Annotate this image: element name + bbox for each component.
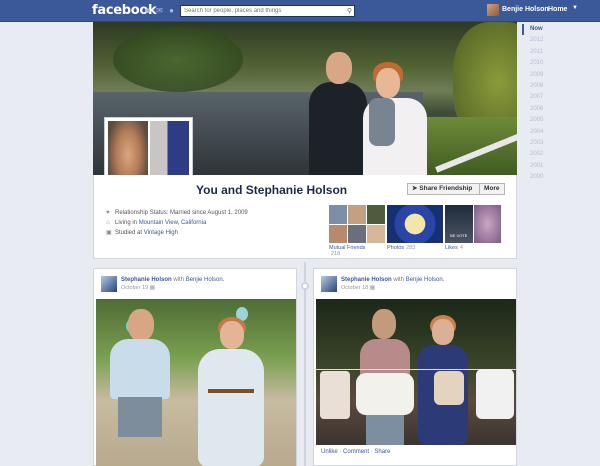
post-header: Stephanie Holson with Benjie Holson. (121, 277, 224, 283)
post-photo[interactable] (96, 299, 296, 466)
avatar[interactable] (101, 276, 117, 292)
year-link[interactable]: 2005 (522, 115, 562, 126)
separator: · (339, 449, 342, 455)
friendship-info-panel: You and Stephanie Holson ➤ Share Friends… (93, 175, 517, 259)
share-friendship-label: Share Friendship (419, 185, 473, 192)
timeline-post: Stephanie Holson with Benjie Holson. Oct… (93, 268, 297, 466)
photo-person-man (110, 309, 170, 466)
year-link[interactable]: 2009 (522, 70, 562, 81)
with-text: with (393, 277, 405, 283)
detail-location: ⌂ Living in Mountain View, California (106, 218, 248, 228)
timeline-spine (304, 262, 306, 466)
year-link[interactable]: 2006 (522, 104, 562, 115)
notifications-icon[interactable]: ● (167, 6, 176, 15)
baby-clothes (356, 373, 414, 415)
with-text: with (173, 277, 185, 283)
share-icon: ➤ (412, 185, 418, 192)
post-date[interactable]: October 18 ▩ (341, 285, 375, 291)
post-actions: Unlike · Comment · Share (321, 449, 390, 455)
separator: · (370, 449, 373, 455)
baby-clothes (320, 371, 350, 419)
home-link[interactable]: Home (548, 6, 567, 13)
year-link[interactable]: 2003 (522, 138, 562, 149)
school-icon: ▣ (106, 230, 112, 236)
post-photo[interactable] (316, 299, 516, 445)
year-link[interactable]: 2007 (522, 92, 562, 103)
detail-education: ▣ Studied at Vintage High (106, 228, 248, 238)
search-box[interactable]: ⚲ (180, 5, 355, 17)
friendship-details: ♥ Relationship Status: Married since Aug… (106, 208, 248, 238)
account-menu-chevron-down-icon[interactable]: ▼ (572, 5, 578, 11)
top-navigation-bar: facebook ☻ ✉ ● ⚲ Benjie Holson Home ▼ (0, 0, 600, 22)
school-link[interactable]: Vintage High (144, 230, 178, 236)
cover-person-woman (359, 62, 427, 175)
home-icon: ⌂ (106, 220, 110, 226)
page-title: You and Stephanie Holson (196, 183, 348, 197)
year-link[interactable]: 2011 (522, 47, 562, 58)
year-link[interactable]: 2000 (522, 172, 562, 183)
likes-label[interactable]: Likes 4 (445, 245, 463, 251)
year-link-now[interactable]: Now (522, 24, 562, 36)
mutual-friends-tile[interactable]: Mutual Friends 218 (329, 205, 385, 257)
heart-icon: ♥ (106, 210, 110, 216)
photos-label[interactable]: Photos 283 (387, 245, 415, 251)
location-prefix: Living in (115, 220, 139, 226)
friendship-tiles: Mutual Friends 218 Photos 283 BE VOTE Like… (329, 205, 501, 257)
location-state-link[interactable]: California (181, 220, 206, 226)
avatar[interactable] (321, 276, 337, 292)
location-city-link[interactable]: Mountain View (139, 220, 178, 226)
post-date[interactable]: October 19 ▩ (121, 285, 155, 291)
tagged-user-link[interactable]: Benjie Holson. (406, 277, 445, 283)
search-icon[interactable]: ⚲ (347, 7, 352, 15)
audience-icon[interactable]: ▩ (370, 285, 375, 291)
share-link[interactable]: Share (374, 449, 390, 455)
education-prefix: Studied at (115, 230, 144, 236)
comment-link[interactable]: Comment (343, 449, 369, 455)
year-link[interactable]: 2012 (522, 35, 562, 46)
unlike-link[interactable]: Unlike (321, 449, 338, 455)
profile-link[interactable]: Benjie Holson (502, 6, 549, 13)
timeline-post: Stephanie Holson with Benjie Holson. Oct… (313, 268, 517, 466)
author-link[interactable]: Stephanie Holson (121, 277, 172, 283)
search-input[interactable] (181, 6, 341, 16)
messages-icon[interactable]: ✉ (155, 6, 164, 15)
audience-icon[interactable]: ▩ (150, 285, 155, 291)
year-link[interactable]: 2002 (522, 149, 562, 160)
tagged-user-link[interactable]: Benjie Holson. (186, 277, 225, 283)
relationship-status-text: Relationship Status: Married since Augus… (115, 210, 248, 216)
notification-jewels: ☻ ✉ ● (143, 6, 176, 15)
year-link[interactable]: 2004 (522, 127, 562, 138)
mutual-friends-label[interactable]: Mutual Friends 218 (329, 245, 365, 257)
likes-tile[interactable]: BE VOTE Likes 4 (445, 205, 501, 251)
photo-person-woman (196, 317, 266, 466)
photos-tile[interactable]: Photos 283 (387, 205, 443, 251)
timeline-year-nav: Now 2012 2011 2010 2009 2008 2007 2006 2… (522, 24, 562, 183)
year-link[interactable]: 2008 (522, 81, 562, 92)
post-header: Stephanie Holson with Benjie Holson. (341, 277, 444, 283)
year-link[interactable]: 2001 (522, 161, 562, 172)
detail-relationship: ♥ Relationship Status: Married since Aug… (106, 208, 248, 218)
author-link[interactable]: Stephanie Holson (341, 277, 392, 283)
timeline-dot[interactable] (301, 282, 309, 290)
more-button[interactable]: More (479, 183, 505, 195)
baby-clothes (434, 371, 464, 405)
friend-requests-icon[interactable]: ☻ (143, 6, 152, 15)
year-link[interactable]: 2010 (522, 58, 562, 69)
user-avatar[interactable] (487, 4, 499, 16)
cover-tree (113, 27, 243, 92)
likes-tile-image-text: BE VOTE (445, 205, 473, 243)
baby-clothes (476, 369, 514, 419)
